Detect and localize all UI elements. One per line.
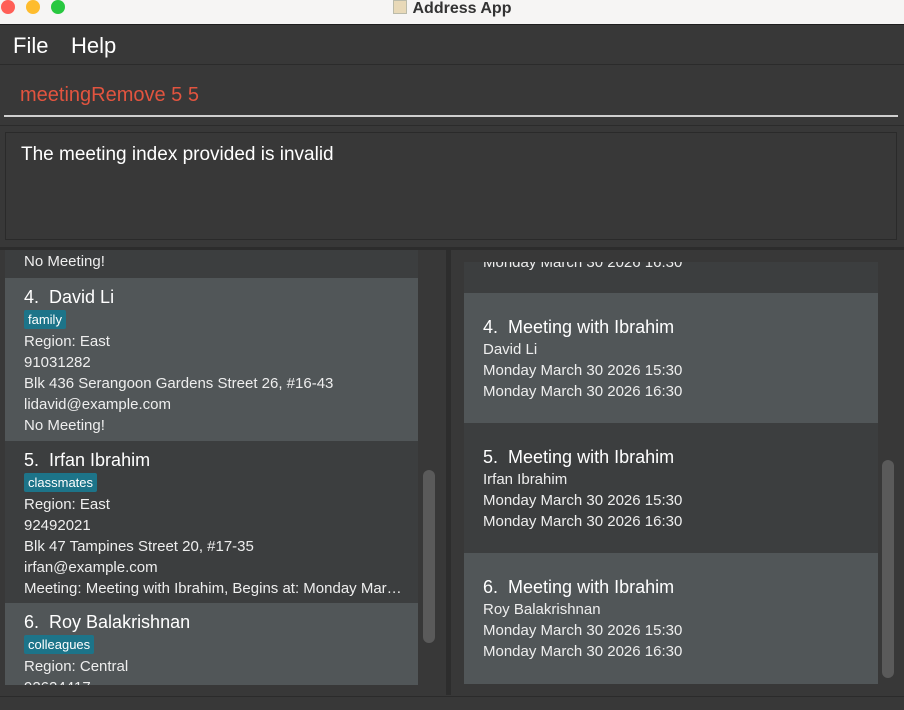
person-card[interactable]: 4. David Li family Region: East 91031282… bbox=[5, 278, 418, 441]
person-address: Blk 436 Serangoon Gardens Street 26, #16… bbox=[24, 375, 334, 392]
person-name: 5. Irfan Ibrahim bbox=[24, 450, 151, 470]
person-name: 6. Roy Balakrishnan bbox=[24, 612, 191, 632]
person-phone: 91031282 bbox=[24, 354, 91, 371]
app-icon bbox=[392, 0, 407, 14]
result-message: The meeting index provided is invalid bbox=[21, 144, 334, 165]
meeting-list[interactable]: Monday March 30 2026 16:30 4. Meeting wi… bbox=[464, 262, 878, 684]
person-address: Blk 47 Tampines Street 20, #17-35 bbox=[24, 538, 254, 555]
person-phone: 92492021 bbox=[24, 517, 91, 534]
window-title-text: Address App bbox=[412, 0, 512, 17]
meeting-start: Monday March 30 2026 15:30 bbox=[483, 362, 683, 379]
person-region: Region: East bbox=[24, 496, 110, 513]
person-region: Region: East bbox=[24, 333, 110, 350]
meeting-end: Monday March 30 2026 16:30 bbox=[483, 383, 683, 400]
title-bar: Address App bbox=[0, 0, 904, 25]
command-box[interactable]: meetingRemove 5 5 bbox=[0, 66, 904, 126]
menu-file[interactable]: File bbox=[13, 33, 48, 59]
meeting-card-partial[interactable]: Monday March 30 2026 16:30 bbox=[464, 262, 878, 293]
meeting-end: Monday March 30 2026 16:30 bbox=[483, 643, 683, 660]
person-email: lidavid@example.com bbox=[24, 396, 171, 413]
person-list-scrollbar[interactable] bbox=[423, 470, 435, 643]
panel-divider bbox=[446, 250, 451, 695]
person-card[interactable]: 5. Irfan Ibrahim classmates Region: East… bbox=[5, 441, 418, 603]
result-display: The meeting index provided is invalid bbox=[5, 132, 897, 240]
person-list[interactable]: No Meeting! 4. David Li family Region: E… bbox=[5, 250, 418, 695]
meeting-title: 6. Meeting with Ibrahim bbox=[483, 577, 675, 597]
meeting-start: Monday March 30 2026 15:30 bbox=[483, 622, 683, 639]
person-meeting: No Meeting! bbox=[24, 417, 105, 434]
person-card[interactable]: 6. Roy Balakrishnan colleagues Region: C… bbox=[5, 603, 418, 685]
person-region: Region: Central bbox=[24, 658, 129, 675]
tag: classmates bbox=[24, 473, 98, 492]
person-meeting: No Meeting! bbox=[24, 253, 105, 270]
meeting-card[interactable]: 5. Meeting with Ibrahim Irfan Ibrahim Mo… bbox=[464, 423, 878, 553]
meeting-end: Monday March 30 2026 16:30 bbox=[483, 513, 683, 530]
command-input[interactable]: meetingRemove 5 5 bbox=[20, 84, 199, 107]
meeting-card[interactable]: 4. Meeting with Ibrahim David Li Monday … bbox=[464, 293, 878, 423]
tag: family bbox=[24, 310, 66, 329]
person-email: irfan@example.com bbox=[24, 559, 158, 576]
person-meeting: Meeting: Meeting with Ibrahim, Begins at… bbox=[24, 580, 418, 597]
status-bar bbox=[0, 696, 904, 710]
person-name: 4. David Li bbox=[24, 287, 115, 307]
window-title: Address App bbox=[0, 0, 904, 17]
meeting-person: David Li bbox=[483, 341, 538, 358]
meeting-title: 5. Meeting with Ibrahim bbox=[483, 447, 675, 467]
menu-help[interactable]: Help bbox=[71, 33, 116, 59]
meeting-card[interactable]: 6. Meeting with Ibrahim Roy Balakrishnan… bbox=[464, 553, 878, 684]
meeting-title: 4. Meeting with Ibrahim bbox=[483, 317, 675, 337]
menu-bar: File Help bbox=[0, 25, 904, 65]
person-card-partial[interactable]: No Meeting! bbox=[5, 250, 418, 278]
meeting-list-scrollbar[interactable] bbox=[882, 460, 894, 678]
meeting-start: Monday March 30 2026 15:30 bbox=[483, 492, 683, 509]
command-underline bbox=[4, 115, 898, 117]
meeting-person: Irfan Ibrahim bbox=[483, 471, 568, 488]
meeting-person: Roy Balakrishnan bbox=[483, 601, 601, 618]
person-phone: 92624417 bbox=[24, 677, 418, 685]
tag: colleagues bbox=[24, 635, 95, 654]
meeting-end: Monday March 30 2026 16:30 bbox=[483, 262, 683, 271]
